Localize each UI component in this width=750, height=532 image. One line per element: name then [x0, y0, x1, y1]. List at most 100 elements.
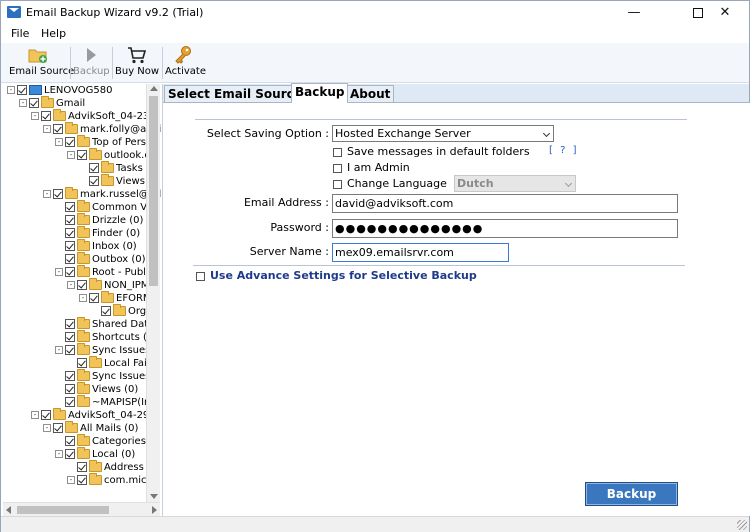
- tree-checkbox[interactable]: [41, 410, 51, 420]
- tree-checkbox[interactable]: [65, 228, 75, 238]
- collapse-icon[interactable]: -: [43, 424, 51, 432]
- folder-tree[interactable]: - LENOVOG580 - Gmail - AdvikSoft_04-23-2 -m…: [3, 84, 161, 502]
- change-language-option[interactable]: Change Language: [333, 177, 447, 190]
- tab-select-email-source[interactable]: Select Email Source: [164, 85, 306, 102]
- tree-checkbox[interactable]: [65, 384, 75, 394]
- tree-item[interactable]: ~MAPISP(Int: [65, 395, 154, 409]
- password-field[interactable]: ●●●●●●●●●●●●●●: [332, 219, 678, 238]
- tree-item[interactable]: - mark.russel@ad: [43, 187, 161, 201]
- collapse-icon[interactable]: -: [43, 125, 51, 133]
- buy-now-button[interactable]: Buy Now: [115, 45, 159, 81]
- tree-checkbox[interactable]: [65, 267, 75, 277]
- tree-checkbox[interactable]: [65, 332, 75, 342]
- email-source-button[interactable]: Email Source: [9, 45, 74, 81]
- tree-checkbox[interactable]: [41, 111, 51, 121]
- tree-item[interactable]: Inbox (0): [65, 239, 137, 253]
- tree-checkbox[interactable]: [53, 124, 63, 134]
- tree-item[interactable]: Tasks (: [89, 161, 150, 175]
- collapse-icon[interactable]: -: [55, 450, 63, 458]
- tree-item[interactable]: - Top of Perso: [55, 135, 152, 149]
- server-name-field[interactable]: mex09.emailsrvr.com: [332, 243, 509, 262]
- tree-checkbox[interactable]: [77, 358, 87, 368]
- tree-checkbox[interactable]: [77, 150, 87, 160]
- collapse-icon[interactable]: -: [19, 99, 27, 107]
- tree-item[interactable]: - mark.folly@advi: [43, 122, 161, 136]
- tree-horizontal-scrollbar[interactable]: [3, 502, 160, 516]
- collapse-icon[interactable]: -: [7, 86, 15, 94]
- tree-checkbox[interactable]: [89, 176, 99, 186]
- tree-item[interactable]: - LENOVOG580: [7, 84, 112, 97]
- tab-about[interactable]: About: [346, 85, 395, 102]
- change-language-checkbox[interactable]: [333, 179, 342, 189]
- tree-checkbox[interactable]: [17, 85, 27, 95]
- menu-file[interactable]: File: [11, 27, 29, 40]
- tree-checkbox[interactable]: [53, 189, 63, 199]
- tree-item[interactable]: - All Mails (0): [43, 421, 138, 435]
- scroll-thumb[interactable]: [149, 96, 158, 286]
- language-select[interactable]: Dutch: [454, 175, 576, 192]
- tree-checkbox[interactable]: [65, 137, 75, 147]
- collapse-icon[interactable]: -: [43, 190, 51, 198]
- tree-checkbox[interactable]: [65, 449, 75, 459]
- scroll-left-icon[interactable]: [6, 506, 11, 514]
- tree-checkbox[interactable]: [65, 371, 75, 381]
- tree-checkbox[interactable]: [65, 397, 75, 407]
- tree-item[interactable]: Views (0): [65, 382, 138, 396]
- collapse-icon[interactable]: -: [67, 476, 75, 484]
- collapse-icon[interactable]: -: [55, 268, 63, 276]
- tree-checkbox[interactable]: [77, 280, 87, 290]
- i-am-admin-option[interactable]: I am Admin: [333, 161, 410, 174]
- menu-help[interactable]: Help: [41, 27, 66, 40]
- tree-checkbox[interactable]: [77, 462, 87, 472]
- collapse-icon[interactable]: -: [79, 294, 87, 302]
- tree-checkbox[interactable]: [77, 475, 87, 485]
- collapse-icon[interactable]: -: [55, 138, 63, 146]
- collapse-icon[interactable]: -: [67, 151, 75, 159]
- scroll-right-icon[interactable]: [152, 506, 157, 514]
- resize-grip-icon[interactable]: [737, 520, 747, 530]
- advance-settings-option[interactable]: Use Advance Settings for Selective Backu…: [196, 269, 477, 282]
- collapse-icon[interactable]: -: [67, 281, 75, 289]
- help-link[interactable]: [ ? ]: [549, 145, 578, 156]
- i-am-admin-checkbox[interactable]: [333, 163, 342, 173]
- scroll-down-icon[interactable]: [150, 494, 158, 499]
- tree-checkbox[interactable]: [29, 98, 39, 108]
- close-button[interactable]: ✕: [701, 1, 749, 25]
- collapse-icon[interactable]: -: [31, 112, 39, 120]
- save-default-folders-option[interactable]: Save messages in default folders: [333, 145, 530, 158]
- advance-settings-checkbox[interactable]: [196, 271, 205, 281]
- tree-item[interactable]: - Sync Issues (: [55, 343, 157, 357]
- scroll-up-icon[interactable]: [150, 86, 158, 91]
- tree-checkbox[interactable]: [53, 423, 63, 433]
- tree-checkbox[interactable]: [65, 215, 75, 225]
- tree-checkbox[interactable]: [65, 319, 75, 329]
- tree-checkbox[interactable]: [65, 202, 75, 212]
- activate-button[interactable]: Activate: [165, 45, 206, 81]
- tree-checkbox[interactable]: [65, 254, 75, 264]
- tree-item[interactable]: - Root - Public: [55, 265, 154, 279]
- scroll-thumb[interactable]: [17, 506, 109, 514]
- email-field[interactable]: david@adviksoft.com: [332, 194, 678, 213]
- collapse-icon[interactable]: -: [31, 411, 39, 419]
- saving-option-select[interactable]: Hosted Exchange Server: [332, 125, 554, 142]
- tree-checkbox[interactable]: [65, 345, 75, 355]
- minimize-button[interactable]: —: [611, 1, 657, 25]
- save-default-folders-checkbox[interactable]: [333, 147, 342, 157]
- collapse-icon[interactable]: -: [55, 346, 63, 354]
- tree-item[interactable]: - AdvikSoft_04-29-2: [31, 408, 159, 422]
- tree-item[interactable]: - NON_IPM_: [67, 278, 154, 292]
- tree-item[interactable]: Address B: [77, 460, 154, 474]
- tree-checkbox[interactable]: [65, 436, 75, 446]
- tree-vertical-scrollbar[interactable]: [146, 84, 160, 502]
- tree-checkbox[interactable]: [101, 306, 111, 316]
- tree-item[interactable]: - Gmail: [19, 96, 85, 110]
- tree-item[interactable]: Finder (0): [65, 226, 140, 240]
- tree-checkbox[interactable]: [89, 163, 99, 173]
- tree-item[interactable]: Orga: [101, 304, 152, 318]
- backup-button[interactable]: Backup: [585, 482, 678, 506]
- tab-backup[interactable]: Backup: [291, 83, 349, 103]
- tree-item[interactable]: - com.micro: [67, 473, 157, 487]
- tree-item[interactable]: Local Failu: [77, 356, 156, 370]
- tree-item[interactable]: - outlook.co: [67, 148, 156, 162]
- tree-checkbox[interactable]: [89, 293, 99, 303]
